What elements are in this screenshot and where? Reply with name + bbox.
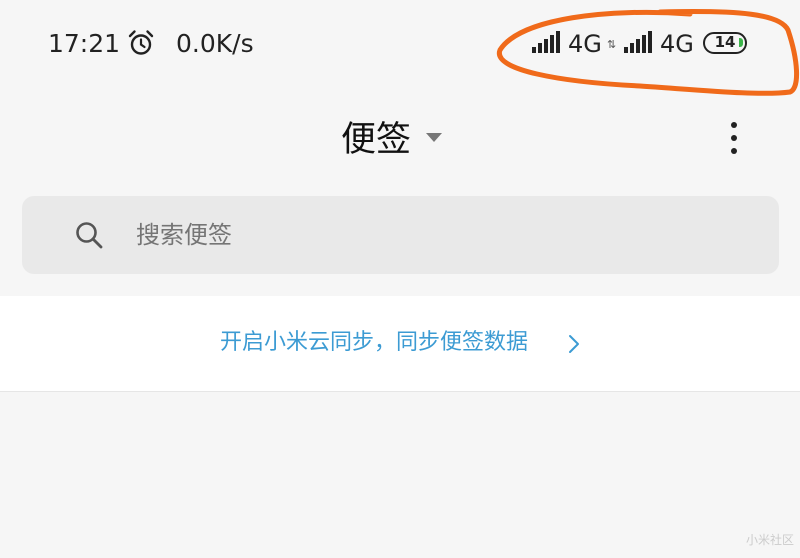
signal-strength-icon xyxy=(532,31,564,53)
status-time: 17:21 xyxy=(48,29,121,58)
network-speed: 0.0K/s xyxy=(176,29,254,58)
sim1-network-type: 4G xyxy=(568,30,602,58)
watermark: 小米社区 xyxy=(745,533,794,547)
status-bar: 17:21 0.0K/s 4G ⇅ 4G 14 xyxy=(0,0,800,90)
search-bar[interactable] xyxy=(22,196,779,274)
cloud-sync-banner[interactable]: 开启小米云同步，同步便签数据 xyxy=(0,296,800,392)
title-bar: 便签 xyxy=(0,100,800,180)
page-title[interactable]: 便签 xyxy=(341,118,411,162)
caret-down-icon[interactable] xyxy=(426,133,442,142)
data-activity-icon: ⇅ xyxy=(607,38,617,51)
more-vertical-icon[interactable] xyxy=(722,118,746,158)
cloud-sync-link[interactable]: 开启小米云同步，同步便签数据 xyxy=(220,326,528,360)
signal-strength-icon xyxy=(624,31,656,53)
search-input[interactable] xyxy=(136,196,736,274)
chevron-right-icon xyxy=(569,335,579,353)
sim2-network-type: 4G xyxy=(660,30,694,58)
battery-icon: 14 xyxy=(703,32,747,54)
alarm-clock-icon xyxy=(128,30,154,55)
battery-charge-indicator xyxy=(739,38,743,47)
search-icon xyxy=(76,222,103,249)
